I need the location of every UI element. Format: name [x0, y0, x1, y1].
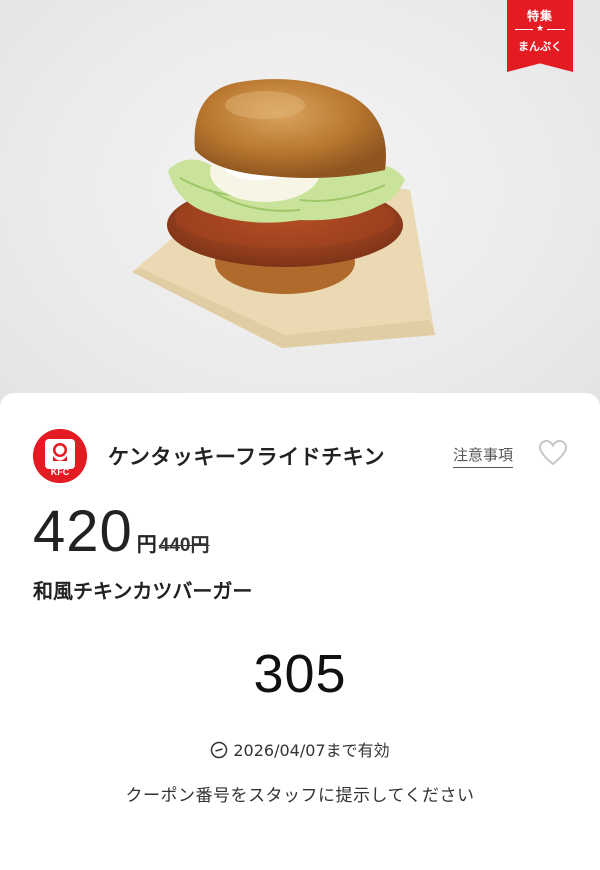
price-unit: 円 — [136, 532, 157, 556]
feature-ribbon: 特集 ★ まんぷく — [507, 0, 573, 72]
ribbon-top-label: 特集 — [526, 9, 553, 23]
kfc-logo: KFC — [33, 429, 87, 483]
notes-link[interactable]: 注意事項 — [453, 444, 514, 468]
instruction-text: クーポン番号をスタッフに提示してください — [125, 786, 475, 806]
price-original: 440円 — [158, 535, 210, 556]
heart-outline-icon[interactable] — [538, 439, 568, 467]
expiry-row: 2026/04/07まで有効 — [0, 737, 600, 761]
store-name: ケンタッキーフライドチキン — [108, 445, 385, 469]
price-row: 420 円 440円 — [33, 498, 209, 565]
price-current: 420 — [33, 499, 133, 564]
product-name: 和風チキンカツバーガー — [33, 579, 253, 603]
kfc-logo-text: KFC — [51, 467, 70, 477]
expiry-text: 2026/04/07まで有効 — [233, 741, 390, 760]
ribbon-bottom-label: まんぷく — [518, 40, 562, 53]
coupon-code: 305 — [253, 644, 347, 704]
clock-icon — [211, 741, 228, 759]
coupon-card: KFC ケンタッキーフライドチキン 注意事項 420 円 440円 和風チキンカツバ… — [0, 393, 600, 870]
product-photo: 特集 ★ まんぷく — [0, 0, 600, 420]
star-icon: ★ — [507, 25, 573, 34]
